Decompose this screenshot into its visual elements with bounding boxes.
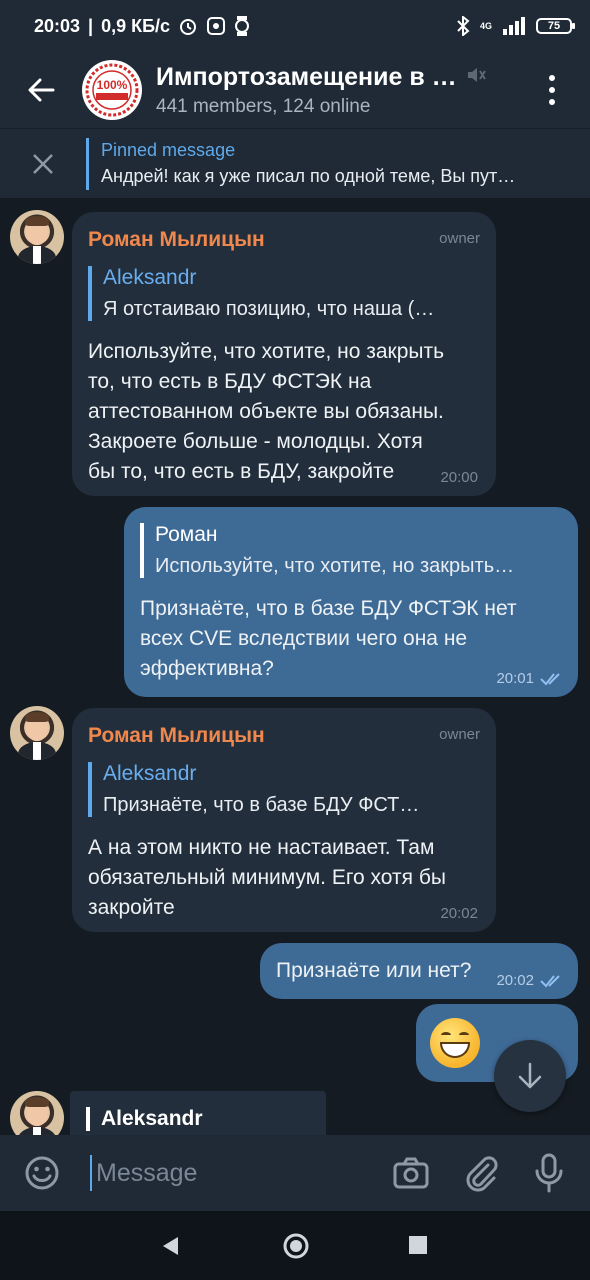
reply-text: Я отстаиваю позицию, что наша (…	[103, 298, 435, 320]
message-time: 20:02	[440, 905, 478, 922]
alarm-icon	[178, 16, 198, 36]
attach-button[interactable]	[464, 1153, 498, 1193]
grinning-face-icon	[430, 1018, 480, 1068]
dot	[549, 99, 555, 105]
close-pinned-button[interactable]	[0, 153, 86, 175]
reply-author: Aleksandr	[101, 1107, 203, 1130]
sender-name[interactable]: Роман Мылицын	[88, 228, 480, 252]
microphone-icon	[535, 1153, 563, 1193]
message-bubble[interactable]: Роман Мылицын owner Aleksandr Я отстаива…	[72, 212, 496, 496]
arrow-down-icon	[518, 1062, 542, 1089]
close-icon	[33, 153, 53, 174]
message-text: А на этом никто не настаивает. Там обяза…	[88, 836, 446, 919]
message-bubble[interactable]: Роман Мылицын owner Aleksandr Признаёте,…	[72, 708, 496, 932]
reply-text: Используйте, что хотите, но закрыть…	[155, 555, 515, 577]
signal-icon: 4G	[479, 20, 492, 31]
nav-back-icon	[163, 1237, 178, 1255]
network-speed: 0,9 КБ/с	[101, 15, 171, 36]
nav-home-button[interactable]	[282, 1232, 310, 1265]
camera-icon	[393, 1157, 429, 1189]
message-list[interactable]: Роман Мылицын owner Aleksandr Я отстаива…	[0, 198, 590, 1135]
system-navigation-bar	[0, 1211, 590, 1280]
message-bubble[interactable]: Признаёте или нет? 20:02	[260, 943, 578, 999]
muted-icon	[465, 64, 487, 91]
pinned-label: Pinned message	[101, 140, 236, 160]
sender-avatar[interactable]	[10, 210, 64, 264]
emoji-button[interactable]	[24, 1155, 60, 1191]
message-bubble[interactable]: Aleksandr	[70, 1091, 326, 1135]
reply-quote[interactable]: Aleksandr Признаёте, что в базе БДУ ФСТ…	[88, 762, 480, 817]
more-menu-button[interactable]	[540, 72, 564, 108]
message-time: 20:01	[496, 670, 564, 687]
dot	[549, 75, 555, 81]
pinned-text: Андрей! как я уже писал по одной теме, В…	[101, 166, 516, 186]
message-input[interactable]	[90, 1155, 370, 1191]
paperclip-icon	[466, 1156, 498, 1192]
back-button[interactable]	[0, 52, 82, 128]
bluetooth-icon	[456, 16, 470, 36]
message-composer	[0, 1135, 590, 1211]
chat-info[interactable]: Импортозамещение в … 441 members, 124 on…	[156, 63, 496, 118]
reply-text: Признаёте, что в базе БДУ ФСТ…	[103, 794, 420, 816]
scroll-down-button[interactable]	[494, 1040, 566, 1112]
sender-name[interactable]: Роман Мылицын	[88, 724, 480, 748]
dot	[549, 87, 555, 93]
read-checks-icon	[540, 974, 560, 987]
clock: 20:03	[34, 15, 81, 36]
reply-author: Aleksandr	[103, 266, 197, 289]
chat-header: 100% Импортозамещение в … 441 members, 1…	[0, 52, 590, 128]
nav-recents-button[interactable]	[409, 1236, 427, 1259]
sender-avatar[interactable]	[10, 706, 64, 760]
nav-home-icon	[283, 1233, 309, 1259]
role-badge: owner	[439, 230, 480, 247]
sender-avatar[interactable]	[10, 1091, 64, 1135]
chat-title: Импортозамещение в …	[156, 62, 457, 91]
smiley-icon	[25, 1156, 59, 1190]
back-arrow-icon	[28, 78, 55, 102]
reply-quote[interactable]: Роман Используйте, что хотите, но закрыт…	[140, 523, 562, 578]
reply-quote[interactable]: Aleksandr Я отстаиваю позицию, что наша …	[88, 266, 480, 321]
battery-icon: 75	[536, 18, 575, 34]
message-text: Используйте, что хотите, но закрыть то, …	[88, 340, 445, 483]
message-time: 20:02	[496, 972, 564, 989]
role-badge: owner	[439, 726, 480, 743]
reply-quote[interactable]: Aleksandr	[86, 1107, 310, 1131]
svg-text:100%: 100%	[97, 78, 128, 92]
reply-author: Роман	[155, 523, 218, 546]
nav-back-button[interactable]	[160, 1235, 180, 1262]
message-time: 20:00	[440, 469, 478, 486]
app-notification-icon	[206, 16, 226, 36]
status-bar: 20:03 | 0,9 КБ/с 4G 75	[0, 0, 590, 52]
member-count: 441 members, 124 online	[156, 95, 371, 117]
message-bubble[interactable]: Роман Используйте, что хотите, но закрыт…	[124, 507, 578, 697]
watch-icon	[234, 15, 250, 37]
reply-author: Aleksandr	[103, 762, 197, 785]
camera-button[interactable]	[392, 1155, 430, 1191]
signal-bars-icon	[502, 17, 526, 35]
group-avatar[interactable]: 100%	[82, 60, 142, 120]
nav-recents-icon	[409, 1236, 427, 1254]
read-checks-icon	[540, 672, 560, 685]
pinned-message-bar[interactable]: Pinned message Андрей! как я уже писал п…	[0, 128, 590, 198]
voice-message-button[interactable]	[534, 1153, 564, 1193]
